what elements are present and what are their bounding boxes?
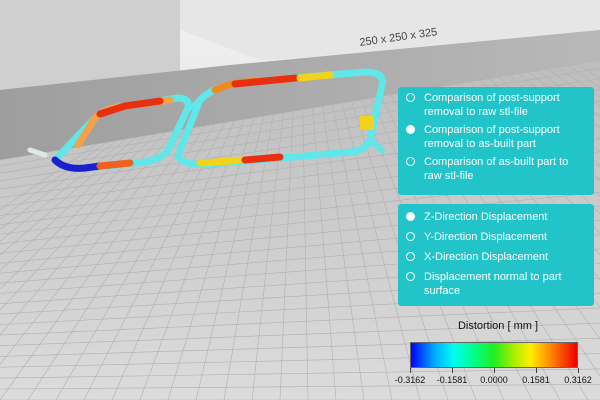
option-label: Comparison of as-built part to raw stl-f… (424, 156, 569, 182)
radio-button-selected[interactable] (406, 212, 415, 221)
legend-title: Distortion [ mm ] (457, 320, 539, 332)
option-x-direction[interactable]: X-Direction Displacement (406, 250, 588, 264)
right-loop-hot2 (241, 153, 284, 164)
radio-button[interactable] (406, 157, 415, 166)
option-y-direction[interactable]: Y-Direction Displacement (406, 230, 588, 244)
option-post-support-vs-stl[interactable]: Comparison of post-support removal to ra… (406, 91, 588, 119)
part-tab (360, 116, 374, 130)
comparison-options-panel: Comparison of post-support removal to ra… (398, 87, 594, 195)
option-label: Y-Direction Displacement (424, 231, 548, 243)
option-label: Comparison of post-support removal to as… (424, 124, 560, 150)
right-loop-yellow2 (196, 156, 249, 167)
option-as-built-vs-stl[interactable]: Comparison of as-built part to raw stl-f… (406, 155, 588, 183)
radio-button-selected[interactable] (406, 125, 415, 134)
color-legend: Distortion [ mm ] -0.3162 -0.1581 0.0000 0.… (395, 318, 596, 398)
legend-tick (494, 368, 495, 373)
legend-tick (452, 368, 453, 373)
displacement-direction-panel: Z-Direction Displacement Y-Direction Dis… (398, 204, 594, 306)
option-z-direction[interactable]: Z-Direction Displacement (406, 210, 588, 224)
option-normal-displacement[interactable]: Displacement normal to part surface (406, 270, 588, 298)
left-loop-warm2 (96, 159, 134, 170)
radio-button[interactable] (406, 232, 415, 241)
legend-tick-label: 0.3162 (564, 375, 592, 385)
radio-button[interactable] (406, 93, 415, 102)
legend-tick (410, 368, 411, 373)
legend-tick (536, 368, 537, 373)
right-loop-yellow (296, 71, 334, 82)
legend-color-bar (410, 342, 578, 368)
option-label: Comparison of post-support removal to ra… (424, 92, 560, 118)
option-label: Displacement normal to part surface (424, 271, 562, 297)
option-label: X-Direction Displacement (424, 251, 549, 263)
legend-tick (578, 368, 579, 373)
option-post-support-vs-as-built[interactable]: Comparison of post-support removal to as… (406, 123, 588, 151)
option-label: Z-Direction Displacement (424, 211, 548, 223)
radio-button[interactable] (406, 272, 415, 281)
radio-button[interactable] (406, 252, 415, 261)
